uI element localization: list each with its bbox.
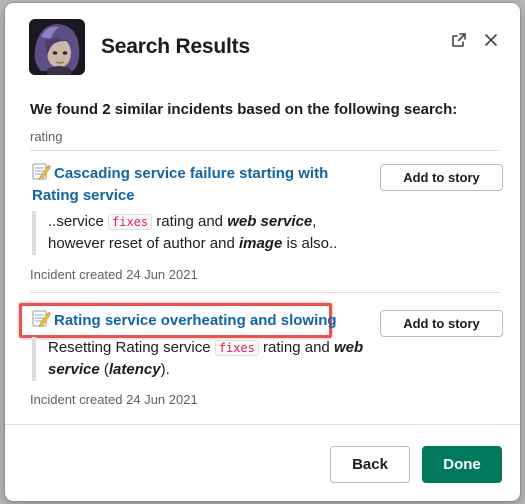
intro-text: We found 2 similar incidents based on th… bbox=[30, 101, 458, 118]
divider bbox=[30, 292, 499, 293]
search-results-modal: Search Results We found 2 similar incide… bbox=[5, 3, 520, 501]
back-button[interactable]: Back bbox=[330, 446, 410, 483]
result-title-link[interactable]: Cascading service failure starting with … bbox=[32, 163, 377, 207]
add-to-story-button[interactable]: Add to story bbox=[380, 164, 503, 191]
result-title-link[interactable]: Rating service overheating and slowing bbox=[32, 310, 377, 332]
memo-icon bbox=[32, 310, 51, 327]
incident-created-date: Incident created 24 Jun 2021 bbox=[30, 392, 198, 407]
divider bbox=[30, 150, 499, 151]
avatar bbox=[29, 19, 85, 75]
footer-divider bbox=[5, 424, 520, 425]
incident-created-date: Incident created 24 Jun 2021 bbox=[30, 267, 198, 282]
modal-title: Search Results bbox=[101, 35, 250, 58]
done-button[interactable]: Done bbox=[422, 446, 502, 483]
result-snippet: Resetting Rating service fixes rating an… bbox=[32, 337, 377, 381]
memo-icon bbox=[32, 163, 51, 180]
close-icon[interactable] bbox=[480, 29, 502, 51]
result-snippet: ..service fixes rating and web service, … bbox=[32, 211, 377, 255]
search-query: rating bbox=[30, 129, 63, 144]
add-to-story-button[interactable]: Add to story bbox=[380, 310, 503, 337]
external-link-icon[interactable] bbox=[448, 29, 470, 51]
modal-header: Search Results bbox=[5, 3, 520, 91]
